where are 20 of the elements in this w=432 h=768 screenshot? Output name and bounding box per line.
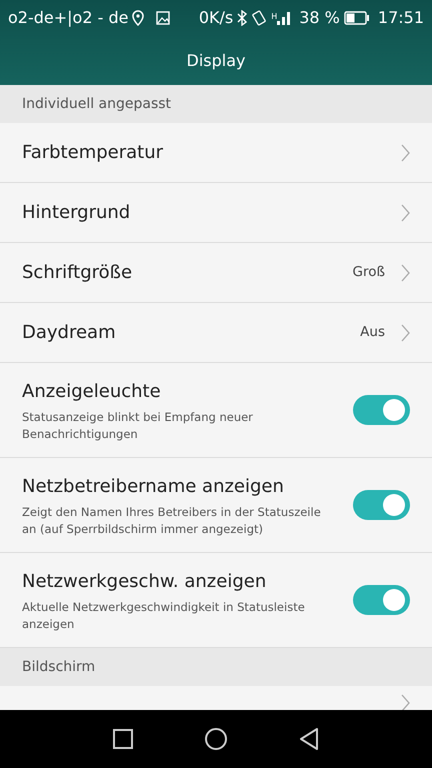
setting-title: Netzbetreibername anzeigen [22,475,285,500]
setting-title: Netzwerkgeschw. anzeigen [22,570,268,594]
setting-title: Hintergrund [22,201,130,225]
section-header: Bildschirm [22,658,96,676]
setting-description: Statusanzeige blinkt bei Empfang neuer Benachrichtigungen [22,409,254,442]
battery-percent: 38 % [299,7,340,29]
setting-title: Farbtemperatur [22,141,164,165]
setting-description: Zeigt den Namen Ihres Betreibers in der Statuszeile an (auf Sperrbildschirm immer angezeigt) [22,504,322,537]
clock-time: 17:51 [378,7,424,29]
section-header: Individuell angepasst [22,94,172,114]
setting-title: Schriftgröße [22,261,132,285]
network-speed: 0K/s [198,7,234,29]
setting-value: Aus [360,323,385,342]
screen-title: Display [186,50,246,72]
setting-value: Groß [352,263,385,282]
network-type: H [271,11,278,23]
setting-title: Anzeigeleuchte [22,380,162,404]
setting-description: Aktuelle Netzwerkgeschwindigkeit in Statusleiste anzeigen [22,599,306,632]
carrier-name: o2-de+|o2 - de [8,7,128,29]
setting-title: Daydream [22,321,116,345]
